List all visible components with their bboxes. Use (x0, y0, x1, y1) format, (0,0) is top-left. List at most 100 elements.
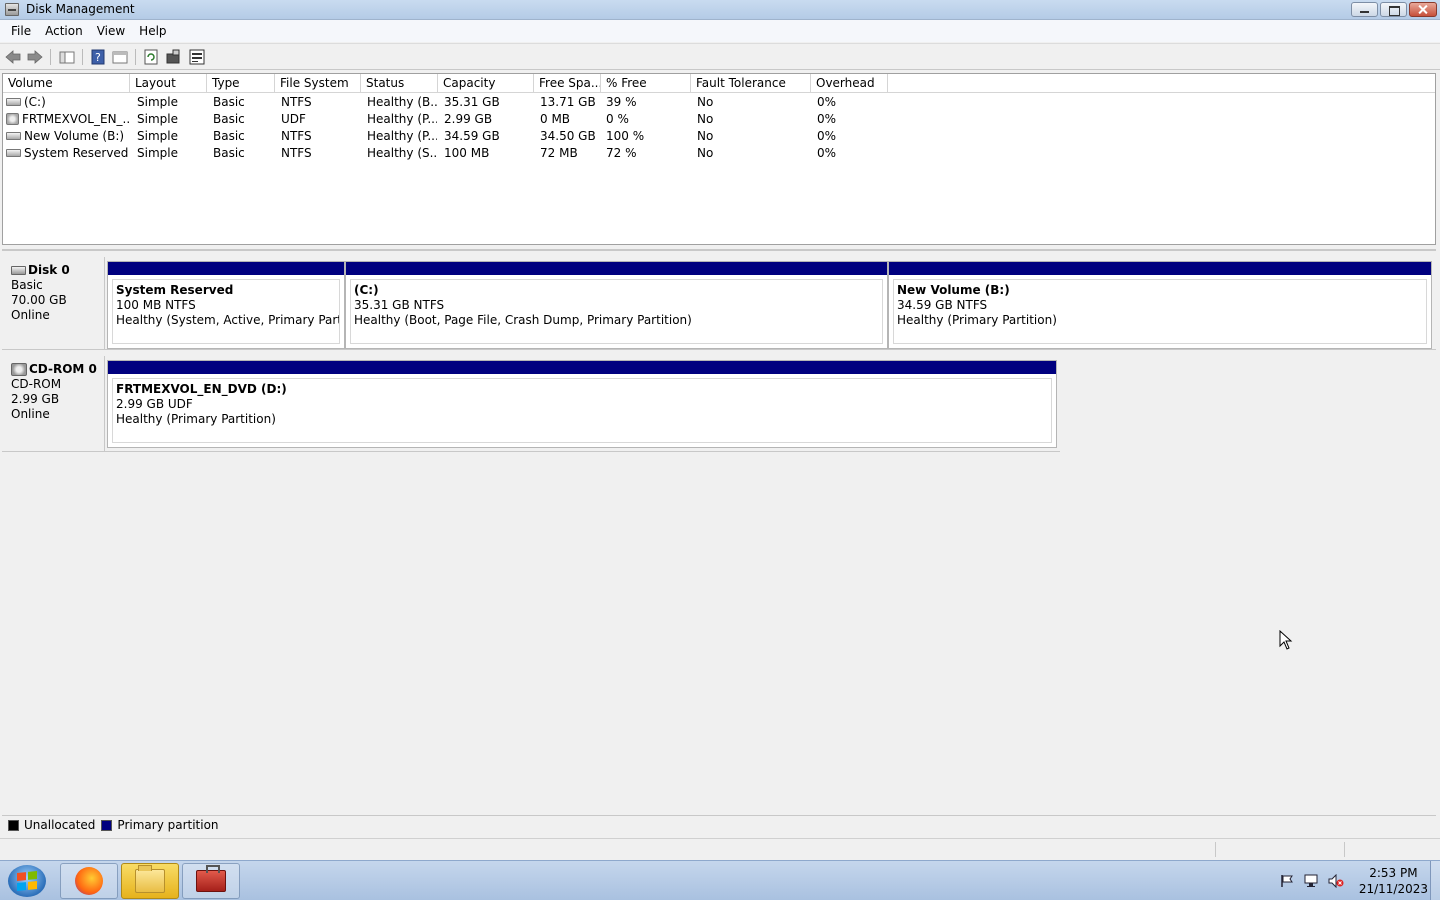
start-button[interactable] (8, 865, 46, 897)
taskbar-explorer[interactable] (121, 863, 179, 899)
drive-icon (6, 148, 21, 157)
fault-tolerance-cell: No (697, 129, 714, 143)
legend-swatch (101, 819, 113, 831)
primary-partition-bar (889, 262, 1431, 275)
column-header-overhead[interactable]: Overhead (811, 74, 888, 93)
action-center-flag-icon[interactable] (1280, 874, 1294, 888)
cdrom-0-label[interactable]: CD-ROM 0 CD-ROM 2.99 GB Online (2, 356, 105, 452)
status-bar (0, 838, 1440, 859)
toolbar-separator (135, 49, 136, 65)
partition-fs: 34.59 GB NTFS (897, 298, 988, 312)
overhead-cell: 0% (817, 146, 837, 160)
clock-date: 21/11/2023 (1358, 882, 1428, 896)
computer-management-icon (196, 865, 226, 892)
volume-muted-icon[interactable] (1328, 873, 1344, 889)
free-space-cell: 72 MB (540, 146, 578, 160)
rescan-icon[interactable] (188, 48, 206, 66)
volume-name: New Volume (B:) (24, 129, 125, 143)
window-title: Disk Management (26, 2, 135, 16)
volume-list[interactable]: Volume Layout Type File System Status Ca… (2, 73, 1436, 245)
status-cell: Healthy (S... (367, 146, 437, 160)
disk-size: 70.00 GB (11, 293, 67, 307)
refresh-icon[interactable] (142, 48, 160, 66)
firefox-icon (75, 867, 103, 895)
table-row[interactable]: New Volume (B:) Simple Basic NTFS Health… (3, 128, 1435, 145)
layout-cell: Simple (137, 112, 178, 126)
toolbar-separator (82, 49, 83, 65)
fs-cell: NTFS (281, 129, 312, 143)
free-space-cell: 34.50 GB (540, 129, 596, 143)
column-header-free-space[interactable]: Free Spa... (534, 74, 601, 93)
fault-tolerance-cell: No (697, 146, 714, 160)
free-space-cell: 13.71 GB (540, 95, 596, 109)
type-cell: Basic (213, 129, 245, 143)
status-cell: Healthy (P... (367, 112, 437, 126)
taskbar-firefox[interactable] (60, 863, 118, 899)
partition-b[interactable]: New Volume (B:) 34.59 GB NTFS Healthy (P… (888, 261, 1432, 349)
disk-icon (11, 266, 26, 275)
capacity-cell: 2.99 GB (444, 112, 493, 126)
menu-help[interactable]: Help (132, 24, 173, 38)
capacity-cell: 35.31 GB (444, 95, 500, 109)
status-bar-separator (1344, 842, 1345, 857)
primary-partition-bar (346, 262, 887, 275)
cd-icon (6, 112, 19, 125)
partition-c[interactable]: (C:) 35.31 GB NTFS Healthy (Boot, Page F… (345, 261, 888, 349)
type-cell: Basic (213, 112, 245, 126)
column-header-percent-free[interactable]: % Free (601, 74, 691, 93)
minimize-button[interactable] (1351, 2, 1378, 17)
drive-icon (6, 97, 21, 106)
title-bar: Disk Management (0, 0, 1440, 20)
back-icon[interactable] (4, 48, 22, 66)
column-header-capacity[interactable]: Capacity (438, 74, 534, 93)
taskbar-clock[interactable]: 2:53 PM 21/11/2023 (1359, 865, 1428, 897)
help-icon[interactable]: ? (89, 48, 107, 66)
properties-icon[interactable] (111, 48, 129, 66)
column-header-layout[interactable]: Layout (130, 74, 207, 93)
network-icon[interactable] (1304, 874, 1318, 888)
windows-logo-icon (17, 870, 37, 892)
menu-action[interactable]: Action (38, 24, 90, 38)
type-cell: Basic (213, 146, 245, 160)
menu-view[interactable]: View (90, 24, 132, 38)
console-tree-icon[interactable] (58, 48, 76, 66)
taskbar-computer-management[interactable] (182, 863, 240, 899)
forward-icon[interactable] (26, 48, 44, 66)
disk-type: CD-ROM (11, 377, 62, 391)
disk-0-partitions: System Reserved 100 MB NTFS Healthy (Sys… (105, 257, 1436, 350)
fs-cell: UDF (281, 112, 306, 126)
percent-free-cell: 39 % (606, 95, 637, 109)
column-header-type[interactable]: Type (207, 74, 275, 93)
percent-free-cell: 0 % (606, 112, 629, 126)
overhead-cell: 0% (817, 95, 837, 109)
column-header-status[interactable]: Status (361, 74, 438, 93)
table-row[interactable]: FRTMEXVOL_EN_... Simple Basic UDF Health… (3, 111, 1435, 128)
disk-name: Disk 0 (28, 263, 70, 277)
column-header-file-system[interactable]: File System (275, 74, 361, 93)
menu-file[interactable]: File (4, 24, 38, 38)
percent-free-cell: 72 % (606, 146, 637, 160)
mouse-cursor (1279, 630, 1293, 650)
table-row[interactable]: (C:) Simple Basic NTFS Healthy (B... 35.… (3, 94, 1435, 111)
show-desktop-button[interactable] (1430, 861, 1440, 900)
close-button[interactable] (1409, 2, 1437, 17)
status-bar-separator (1215, 842, 1216, 857)
system-tray: 2:53 PM 21/11/2023 (1260, 861, 1440, 900)
column-header-fault-tolerance[interactable]: Fault Tolerance (691, 74, 811, 93)
legend-primary-partition: Primary partition (101, 818, 219, 832)
partition-d[interactable]: FRTMEXVOL_EN_DVD (D:) 2.99 GB UDF Health… (107, 360, 1057, 448)
partition-system-reserved[interactable]: System Reserved 100 MB NTFS Healthy (Sys… (107, 261, 345, 349)
table-row[interactable]: System Reserved Simple Basic NTFS Health… (3, 145, 1435, 162)
percent-free-cell: 100 % (606, 129, 645, 143)
disk-0-label[interactable]: Disk 0 Basic 70.00 GB Online (2, 257, 105, 350)
partition-name: FRTMEXVOL_EN_DVD (D:) (116, 382, 287, 396)
column-header-volume[interactable]: Volume (3, 74, 130, 93)
window-controls (1351, 2, 1437, 17)
primary-partition-bar (108, 262, 344, 275)
menu-bar: File Action View Help (0, 20, 1440, 42)
restore-button[interactable] (1380, 2, 1407, 17)
settings-icon[interactable] (164, 48, 182, 66)
graphical-disk-view: Disk 0 Basic 70.00 GB Online System Rese… (2, 249, 1436, 836)
status-cell: Healthy (P... (367, 129, 437, 143)
status-cell: Healthy (B... (367, 95, 437, 109)
